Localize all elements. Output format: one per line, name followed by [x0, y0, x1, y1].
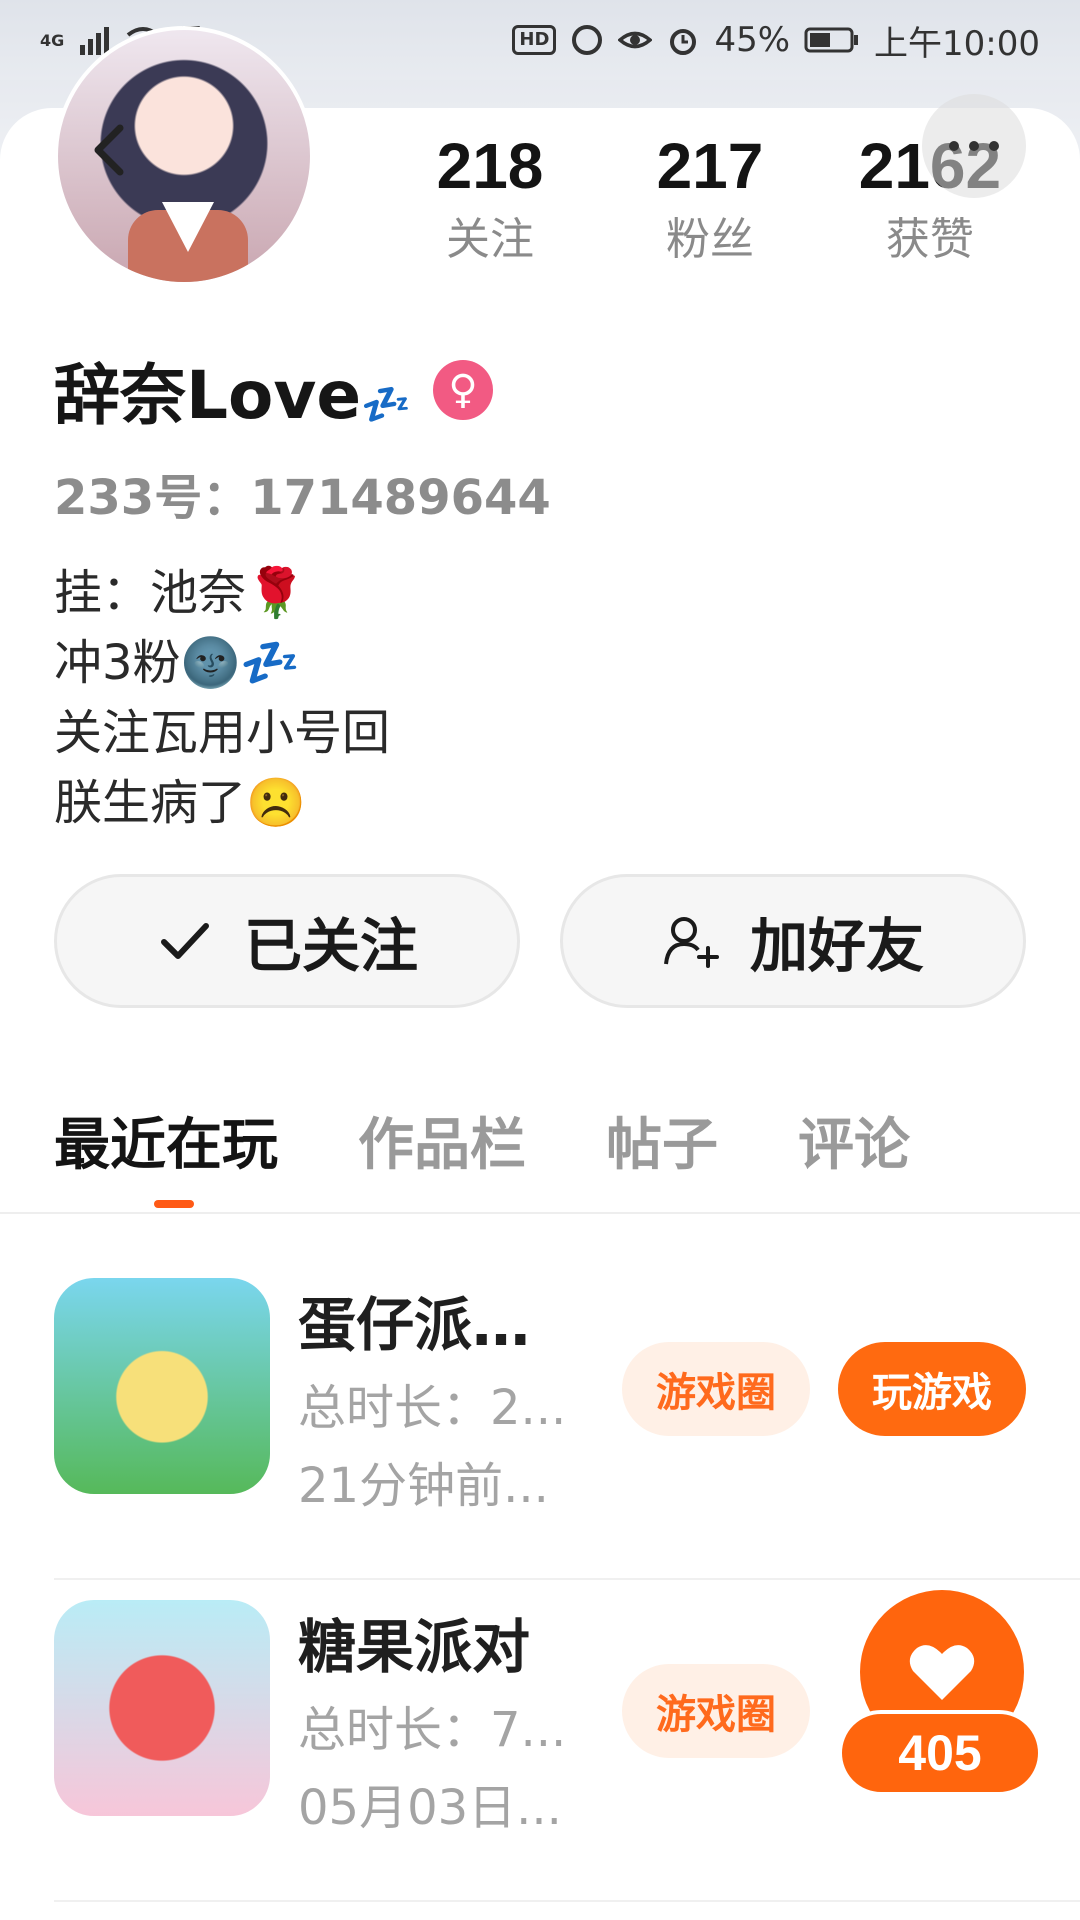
stat-value: 217 [656, 130, 764, 202]
more-dot [969, 141, 979, 151]
bio-line: 关注瓦用小号回 [54, 705, 391, 761]
game-duration: 总时长：7... [298, 1702, 567, 1758]
game-icon-eggy-party[interactable] [54, 1278, 270, 1494]
bio: 挂：池奈🌹 冲3粉🌚💤 关注瓦用小号回 朕生病了☹️ [54, 558, 1034, 838]
heart-icon [909, 1645, 975, 1700]
tab-posts[interactable]: 帖子 [606, 1100, 718, 1190]
more-options-button[interactable] [922, 94, 1026, 198]
status-right: HD 45% 上午10:00 [512, 16, 1040, 65]
stat-followers[interactable]: 217 粉丝 [600, 128, 820, 288]
followed-button[interactable]: 已关注 [54, 874, 520, 1008]
game-name: 蛋仔派... [298, 1291, 538, 1359]
battery-percent: 45% [714, 20, 791, 60]
game-last-played: 05月03日... [298, 1780, 562, 1836]
tab-works[interactable]: 作品栏 [358, 1100, 526, 1190]
action-row: 已关注 加好友 [54, 874, 1026, 1008]
stat-following[interactable]: 218 关注 [380, 128, 600, 288]
tab-divider [0, 1212, 1080, 1214]
followed-label: 已关注 [243, 912, 418, 980]
play-game-button[interactable]: 玩游戏 [838, 1342, 1026, 1436]
stat-label: 关注 [445, 214, 534, 265]
game-last-played: 21分钟前... [298, 1458, 549, 1514]
more-dot [989, 141, 999, 151]
game-circle-button[interactable]: 游戏圈 [622, 1664, 810, 1758]
battery-icon [804, 27, 859, 53]
name-row: 辞奈Love💤 ♀ [54, 340, 1034, 440]
tab-comments[interactable]: 评论 [798, 1100, 910, 1190]
list-item[interactable]: 蛋仔派... 总时长：2... 21分钟前... 游戏圈 玩游戏 [54, 1258, 1080, 1580]
recent-games-list: 蛋仔派... 总时长：2... 21分钟前... 游戏圈 玩游戏 糖果派对 总时… [54, 1258, 1080, 1902]
profile-info: 辞奈Love💤 ♀ 233号：171489644 挂：池奈🌹 冲3粉🌚💤 关注瓦… [54, 340, 1034, 838]
add-friend-button[interactable]: 加好友 [560, 874, 1026, 1008]
stat-value: 218 [436, 130, 544, 202]
back-arrow-icon[interactable] [84, 120, 134, 180]
add-friend-label: 加好友 [749, 912, 924, 980]
tab-bar: 最近在玩 作品栏 帖子 评论 [54, 1100, 1034, 1208]
username-text: 辞奈Love [54, 357, 362, 434]
like-button[interactable]: 405 [838, 1590, 1042, 1796]
add-user-icon [663, 917, 719, 968]
game-name: 糖果派对 [298, 1613, 531, 1681]
stat-label: 粉丝 [665, 214, 754, 265]
hd-badge: HD [512, 25, 557, 55]
bio-line: 冲3粉🌚💤 [54, 635, 301, 691]
stat-label: 获赞 [885, 214, 974, 265]
user-id: 233号：171489644 [54, 470, 551, 526]
username: 辞奈Love💤 [54, 342, 411, 438]
bio-line: 挂：池奈🌹 [54, 565, 306, 621]
network-label: 4G [40, 30, 65, 50]
eye-icon [618, 31, 653, 49]
more-dot [949, 141, 959, 151]
female-icon: ♀ [433, 360, 493, 420]
sync-icon [572, 25, 603, 55]
game-duration: 总时长：2... [298, 1380, 567, 1436]
check-icon [160, 923, 209, 959]
like-count: 405 [838, 1710, 1042, 1796]
tab-recently-played[interactable]: 最近在玩 [54, 1100, 278, 1190]
alarm-icon [670, 29, 697, 55]
username-suffix: 💤 [361, 382, 411, 428]
bio-line: 朕生病了☹️ [54, 775, 306, 831]
active-tab-indicator [154, 1200, 194, 1208]
game-circle-button[interactable]: 游戏圈 [622, 1342, 810, 1436]
clock: 上午10:00 [874, 23, 1040, 64]
game-icon-candy-party[interactable] [54, 1600, 270, 1816]
